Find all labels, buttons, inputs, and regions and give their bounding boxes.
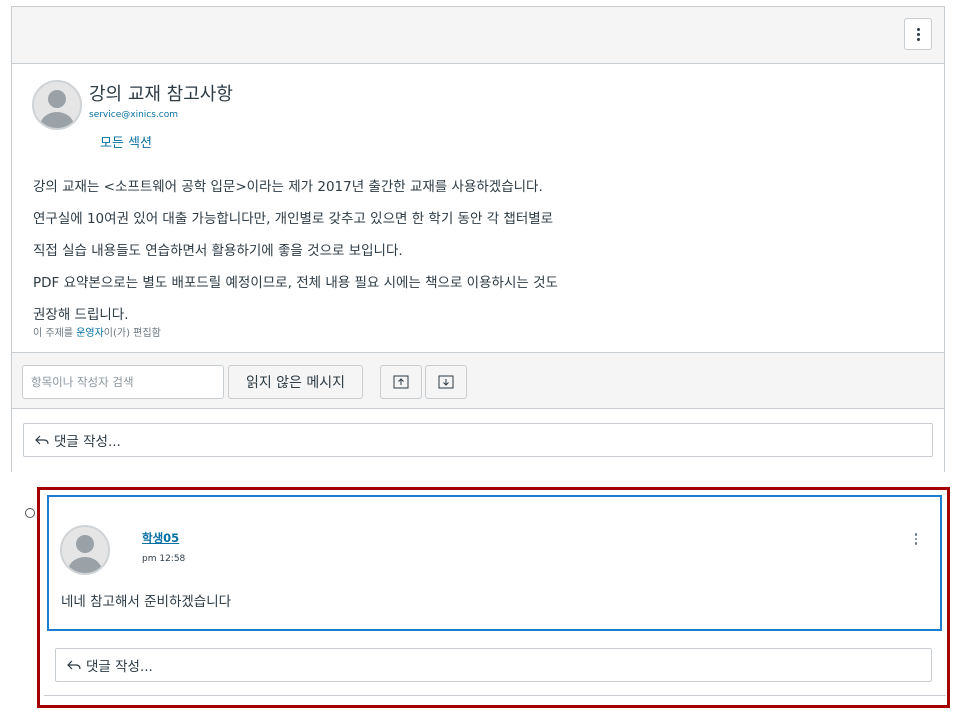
- default-avatar-icon: [40, 90, 74, 128]
- upload-arrow-icon: [393, 375, 409, 389]
- collapse-all-button[interactable]: [380, 365, 422, 399]
- topic-body-line: PDF 요약본으로는 별도 배포드릴 예정이므로, 전체 내용 필요 시에는 책…: [33, 275, 558, 291]
- edited-suffix: 이(가) 편집함: [103, 328, 161, 339]
- kebab-menu-icon: [914, 533, 918, 536]
- author-avatar[interactable]: [32, 80, 82, 130]
- reply-thread-footer: 댓글 작성...: [44, 634, 946, 696]
- edited-by-note: 이 주제를 운영자이(가) 편집함: [33, 324, 161, 339]
- default-avatar-icon: [68, 535, 102, 573]
- topic-options-button[interactable]: [904, 18, 932, 50]
- search-input[interactable]: [22, 365, 224, 399]
- reply-message: 네네 참고해서 준비하겠습니다: [61, 594, 232, 610]
- reply-author-link[interactable]: 학생05: [142, 530, 179, 546]
- reply-prompt-label: 댓글 작성...: [54, 434, 121, 450]
- reply-options-button[interactable]: [910, 531, 922, 547]
- topic-body-line: 권장해 드립니다.: [33, 307, 129, 323]
- reply-unread-indicator: [25, 508, 35, 518]
- reply-prompt-label: 댓글 작성...: [86, 659, 153, 675]
- expand-all-button[interactable]: [425, 365, 467, 399]
- reply-entry: 학생05 pm 12:58 네네 참고해서 준비하겠습니다: [47, 495, 942, 631]
- topic-body-line: 직접 실습 내용들도 연습하면서 활용하기에 좋을 것으로 보입니다.: [33, 243, 403, 259]
- topic-title: 강의 교재 참고사항: [89, 84, 233, 105]
- reply-timestamp: pm 12:58: [142, 554, 186, 564]
- discussion-toolbar: 읽지 않은 메시지: [12, 352, 944, 409]
- reply-author-avatar[interactable]: [60, 525, 110, 575]
- topic-body-line: 연구실에 10여권 있어 대출 가능합니다만, 개인별로 갖추고 있으면 한 학…: [33, 211, 554, 227]
- topic-header-bar: [12, 7, 944, 64]
- discussion-topic-card: 강의 교재 참고사항 service@xinics.com 모든 섹션 강의 교…: [11, 6, 945, 472]
- reply-arrow-icon: [67, 660, 81, 670]
- reply-arrow-icon: [35, 435, 49, 445]
- sections-link[interactable]: 모든 섹션: [100, 132, 152, 151]
- sub-reply-box[interactable]: 댓글 작성...: [55, 648, 932, 682]
- topic-reply-area: 댓글 작성...: [12, 409, 944, 472]
- editor-link[interactable]: 운영자: [76, 328, 104, 339]
- kebab-menu-icon: [916, 27, 920, 31]
- edited-prefix: 이 주제를: [33, 328, 77, 339]
- topic-body-line: 강의 교재는 <소프트웨어 공학 입문>이라는 제가 2017년 출간한 교재를…: [33, 179, 543, 195]
- author-email: service@xinics.com: [89, 110, 178, 120]
- download-arrow-icon: [438, 375, 454, 389]
- unread-filter-button[interactable]: 읽지 않은 메시지: [228, 365, 363, 399]
- topic-reply-box[interactable]: 댓글 작성...: [23, 423, 933, 457]
